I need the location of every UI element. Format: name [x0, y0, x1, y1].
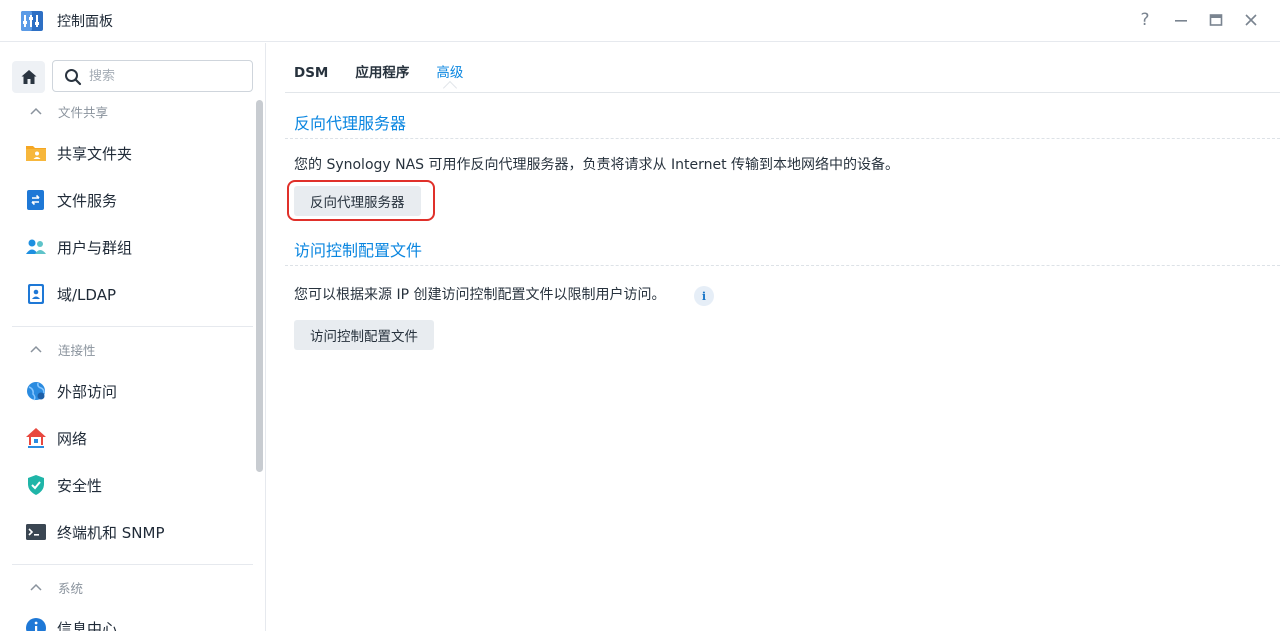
access-control-description: 您可以根据来源 IP 创建访问控制配置文件以限制用户访问。 [294, 287, 666, 303]
sidebar-item-domain-ldap[interactable]: 域/LDAP [24, 279, 254, 309]
domain-ldap-icon [28, 284, 44, 304]
sidebar-divider [12, 326, 253, 327]
chevron-up-icon [30, 583, 42, 591]
sidebar-scrollbar[interactable] [256, 100, 263, 472]
home-icon [21, 70, 36, 84]
sidebar-item-label: 文件服务 [57, 191, 118, 210]
chevron-up-icon [30, 107, 42, 115]
access-control-button[interactable]: 访问控制配置文件 [294, 320, 434, 350]
close-button[interactable] [1239, 8, 1263, 32]
tab-applications[interactable]: 应用程序 [355, 61, 409, 93]
sidebar-item-label: 终端机和 SNMP [57, 523, 165, 542]
sidebar-item-external-access[interactable]: 外部访问 [24, 376, 254, 406]
control-panel-app-icon [21, 11, 43, 31]
tab-advanced[interactable]: 高级 [436, 61, 463, 96]
close-icon [1245, 14, 1257, 26]
tab-bar: DSM 应用程序 高级 [294, 61, 490, 96]
sidebar-item-label: 共享文件夹 [57, 144, 133, 163]
terminal-icon [26, 524, 46, 540]
minimize-icon [1175, 20, 1187, 22]
section-title: 系统 [58, 580, 84, 596]
sidebar-item-info-center[interactable]: 信息中心 [24, 613, 254, 631]
info-center-icon [26, 618, 46, 631]
file-services-icon [27, 190, 44, 210]
sidebar-item-security[interactable]: 安全性 [24, 470, 254, 500]
sidebar-item-label: 安全性 [57, 476, 103, 495]
minimize-button[interactable] [1169, 8, 1193, 32]
highlight-annotation [287, 180, 435, 221]
sidebar-item-label: 信息中心 [57, 619, 118, 631]
sidebar-item-label: 用户与群组 [57, 238, 133, 257]
security-shield-icon [28, 475, 44, 495]
search-box[interactable] [52, 60, 253, 92]
main-content: DSM 应用程序 高级 反向代理服务器 您的 Synology NAS 可用作反… [267, 43, 1280, 631]
sidebar-item-label: 网络 [57, 429, 88, 448]
reverse-proxy-section-title: 反向代理服务器 [294, 114, 407, 133]
search-input[interactable] [89, 65, 244, 87]
section-divider [285, 265, 1280, 266]
section-header-file-sharing[interactable]: 文件共享 [30, 101, 108, 121]
sidebar: 文件共享 共享文件夹 文件服务 [0, 43, 266, 631]
sidebar-item-file-services[interactable]: 文件服务 [24, 185, 254, 215]
sidebar-item-label: 外部访问 [57, 382, 118, 401]
shared-folder-icon [26, 146, 46, 161]
tab-dsm[interactable]: DSM [294, 61, 328, 93]
sidebar-divider [12, 564, 253, 565]
sidebar-item-shared-folder[interactable]: 共享文件夹 [24, 138, 254, 168]
access-control-section-title: 访问控制配置文件 [294, 241, 423, 260]
section-title: 文件共享 [58, 104, 109, 120]
help-button[interactable]: ? [1133, 8, 1157, 32]
sidebar-item-users-groups[interactable]: 用户与群组 [24, 232, 254, 262]
search-icon [65, 69, 82, 86]
tab-underline [285, 92, 1280, 93]
reverse-proxy-description: 您的 Synology NAS 可用作反向代理服务器，负责将请求从 Intern… [294, 157, 900, 173]
section-header-connectivity[interactable]: 连接性 [30, 339, 96, 359]
info-icon[interactable]: i [694, 286, 714, 306]
sidebar-item-terminal-snmp[interactable]: 终端机和 SNMP [24, 517, 254, 547]
maximize-icon [1209, 14, 1223, 26]
maximize-button[interactable] [1204, 8, 1228, 32]
window-title: 控制面板 [57, 14, 113, 30]
home-button[interactable] [12, 61, 45, 93]
sidebar-item-network[interactable]: 网络 [24, 423, 254, 453]
section-divider [285, 138, 1280, 139]
section-header-system[interactable]: 系统 [30, 577, 83, 597]
chevron-up-icon [30, 345, 42, 353]
title-bar: 控制面板 ? [0, 0, 1280, 42]
network-icon [26, 428, 46, 448]
users-groups-icon [26, 239, 46, 254]
sidebar-item-label: 域/LDAP [57, 285, 117, 304]
section-title: 连接性 [58, 342, 96, 358]
external-access-icon [27, 382, 45, 401]
